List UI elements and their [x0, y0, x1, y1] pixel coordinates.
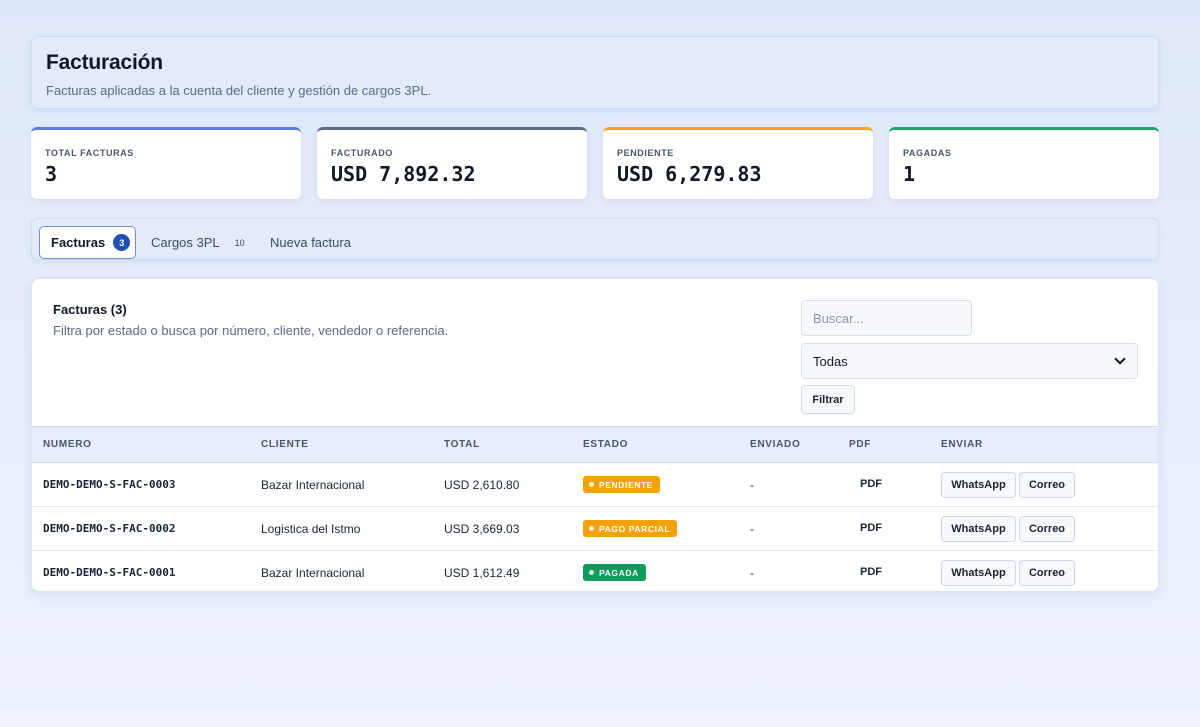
tab-facturas[interactable]: Facturas 3	[39, 226, 136, 259]
column-header-estado: ESTADO	[583, 439, 629, 450]
table-row: DEMO-DEMO-S-FAC-0001 Bazar Internacional…	[32, 551, 1158, 591]
stat-value: USD 7,892.32	[331, 162, 476, 186]
page-title: Facturación	[46, 51, 163, 74]
stat-label: PAGADAS	[903, 148, 952, 158]
tab-label: Facturas	[51, 235, 106, 250]
column-header-numero: NUMERO	[43, 439, 92, 450]
status-badge-label: PAGADA	[599, 567, 639, 578]
status-dot-icon	[589, 526, 594, 531]
client-name: Bazar Internacional	[261, 566, 365, 580]
whatsapp-button[interactable]: WhatsApp	[941, 516, 1016, 542]
column-header-pdf: PDF	[849, 439, 872, 450]
sent-value: -	[750, 566, 754, 580]
stat-facturado: FACTURADO USD 7,892.32	[317, 127, 587, 199]
stat-value: USD 6,279.83	[617, 162, 762, 186]
invoice-total: USD 1,612.49	[444, 566, 520, 580]
sent-value: -	[750, 478, 754, 492]
stat-pendiente: PENDIENTE USD 6,279.83	[603, 127, 873, 199]
table-row: DEMO-DEMO-S-FAC-0002 Logistica del Istmo…	[32, 507, 1158, 551]
status-filter-select[interactable]: Todas	[801, 343, 1138, 379]
invoices-panel: Facturas (3) Filtra por estado o busca p…	[31, 278, 1159, 592]
status-dot-icon	[589, 482, 594, 487]
invoice-number: DEMO-DEMO-S-FAC-0003	[43, 478, 176, 491]
pdf-link[interactable]: PDF	[860, 522, 882, 534]
tabs-bar: Facturas 3 Cargos 3PL 10 Nueva factura	[31, 218, 1159, 260]
status-dot-icon	[589, 570, 594, 575]
invoice-number: DEMO-DEMO-S-FAC-0002	[43, 522, 176, 535]
whatsapp-button[interactable]: WhatsApp	[941, 472, 1016, 498]
invoice-total: USD 2,610.80	[444, 478, 520, 492]
tab-cargos-3pl[interactable]: Cargos 3PL 10	[140, 226, 260, 259]
tab-nueva-factura[interactable]: Nueva factura	[259, 226, 362, 259]
stat-total-facturas: TOTAL FACTURAS 3	[31, 127, 301, 199]
status-badge: PAGADA	[583, 564, 646, 581]
status-filter-value: Todas	[813, 353, 848, 369]
client-name: Logistica del Istmo	[261, 522, 361, 536]
client-name: Bazar Internacional	[261, 478, 365, 492]
status-badge-label: PENDIENTE	[599, 479, 654, 490]
column-header-cliente: CLIENTE	[261, 439, 309, 450]
search-input[interactable]	[801, 300, 972, 336]
pdf-link[interactable]: PDF	[860, 566, 882, 578]
status-badge-label: PAGO PARCIAL	[599, 523, 671, 534]
status-badge: PENDIENTE	[583, 476, 661, 493]
stat-label: FACTURADO	[331, 148, 393, 158]
tab-label: Nueva factura	[270, 235, 351, 250]
stats-row: TOTAL FACTURAS 3 FACTURADO USD 7,892.32 …	[31, 127, 1159, 199]
tab-count-badge: 10	[234, 237, 245, 248]
stat-pagadas: PAGADAS 1	[889, 127, 1159, 199]
stat-label: TOTAL FACTURAS	[45, 148, 134, 158]
chevron-down-icon	[1114, 353, 1126, 365]
column-header-enviar: ENVIAR	[941, 439, 983, 450]
table-row: DEMO-DEMO-S-FAC-0003 Bazar Internacional…	[32, 463, 1158, 507]
list-subtitle: Filtra por estado o busca por número, cl…	[53, 323, 449, 338]
stat-label: PENDIENTE	[617, 148, 674, 158]
page-header: Facturación Facturas aplicadas a la cuen…	[31, 36, 1159, 109]
column-header-enviado: ENVIADO	[750, 439, 801, 450]
stat-value: 1	[903, 162, 916, 186]
invoice-number: DEMO-DEMO-S-FAC-0001	[43, 566, 176, 579]
email-button[interactable]: Correo	[1019, 472, 1075, 498]
email-button[interactable]: Correo	[1019, 560, 1075, 586]
tab-label: Cargos 3PL	[151, 235, 220, 250]
list-title: Facturas (3)	[53, 302, 127, 317]
tab-count-badge: 3	[113, 234, 131, 251]
filter-button[interactable]: Filtrar	[801, 385, 855, 414]
invoice-total: USD 3,669.03	[444, 522, 520, 536]
status-badge: PAGO PARCIAL	[583, 520, 678, 537]
table-header: NUMERO CLIENTE TOTAL ESTADO ENVIADO PDF …	[32, 426, 1158, 463]
page-subtitle: Facturas aplicadas a la cuenta del clien…	[46, 83, 432, 98]
email-button[interactable]: Correo	[1019, 516, 1075, 542]
whatsapp-button[interactable]: WhatsApp	[941, 560, 1016, 586]
sent-value: -	[750, 522, 754, 536]
pdf-link[interactable]: PDF	[860, 478, 882, 490]
column-header-total: TOTAL	[444, 439, 480, 450]
stat-value: 3	[45, 162, 58, 186]
